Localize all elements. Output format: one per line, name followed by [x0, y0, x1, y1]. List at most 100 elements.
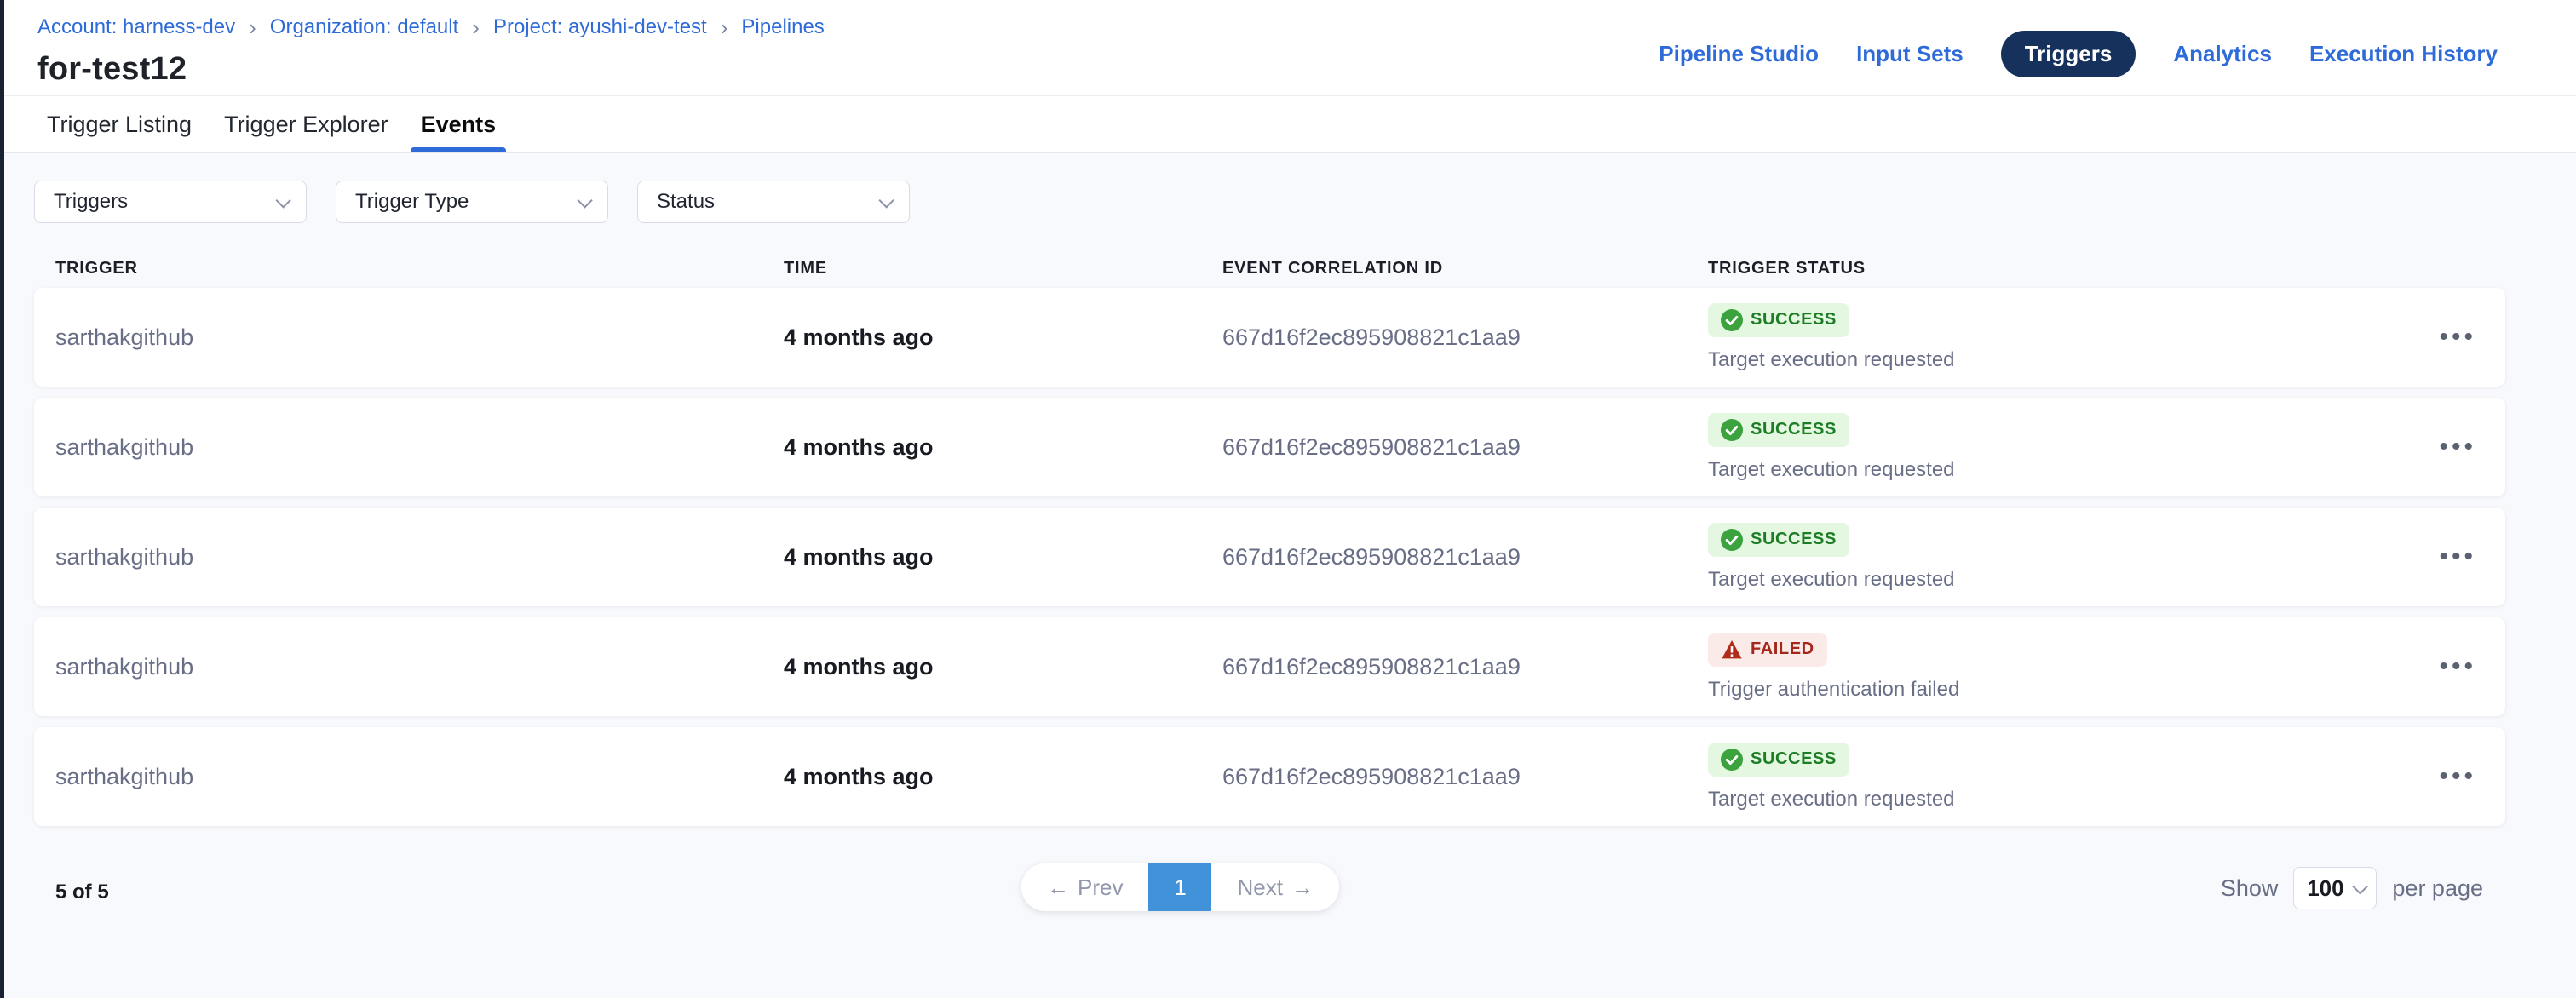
breadcrumb-pipelines-link[interactable]: Pipelines [741, 15, 824, 39]
trigger-status-badge: SUCCESS [1708, 743, 1849, 777]
status-filter-dropdown[interactable]: Status [637, 181, 910, 223]
more-options-icon[interactable]: ••• [2435, 757, 2480, 796]
triggers-filter-label: Triggers [54, 190, 128, 214]
event-table-row: sarthakgithub 4 months ago 667d16f2ec895… [34, 398, 2505, 496]
right-arrow-icon: → [1291, 875, 1314, 901]
show-label: Show [2221, 875, 2279, 902]
breadcrumb-separator-icon: › [249, 16, 256, 38]
trigger-name-cell: sarthakgithub [55, 654, 784, 680]
event-table-row: sarthakgithub 4 months ago 667d16f2ec895… [34, 288, 2505, 387]
check-circle-icon [1721, 309, 1743, 331]
page-header: Account: harness-dev › Organization: def… [0, 0, 2576, 95]
trigger-status-cell: FAILED Trigger authentication failed [1708, 633, 2403, 702]
filter-bar: Triggers Trigger Type Status [34, 181, 2505, 223]
more-options-icon[interactable]: ••• [2435, 647, 2480, 686]
left-arrow-icon: ← [1047, 875, 1069, 901]
table-footer: 5 of 5 ← Prev 1 Next → Show 100 per page [34, 858, 2505, 969]
page-size-select[interactable]: 100 [2293, 867, 2377, 909]
trigger-status-label: SUCCESS [1751, 310, 1837, 330]
breadcrumb-separator-icon: › [721, 16, 728, 38]
more-options-icon[interactable]: ••• [2435, 318, 2480, 357]
trigger-status-label: SUCCESS [1751, 420, 1837, 439]
events-content: Triggers Trigger Type Status Trigger Tim… [34, 181, 2505, 969]
tab-trigger-listing[interactable]: Trigger Listing [37, 96, 202, 152]
collapsed-side-nav[interactable] [0, 0, 4, 998]
breadcrumb-account-link[interactable]: Account: harness-dev [37, 15, 235, 39]
trigger-name-cell: sarthakgithub [55, 764, 784, 790]
chevron-down-icon [275, 192, 290, 208]
nav-analytics[interactable]: Analytics [2173, 41, 2272, 67]
event-correlation-id-cell: 667d16f2ec895908821c1aa9 [1222, 434, 1708, 461]
current-page-button[interactable]: 1 [1148, 863, 1211, 911]
trigger-status-badge: SUCCESS [1708, 413, 1849, 447]
trigger-name-cell: sarthakgithub [55, 324, 784, 351]
chevron-down-icon [2352, 879, 2367, 894]
time-cell: 4 months ago [784, 654, 1222, 680]
event-correlation-id-cell: 667d16f2ec895908821c1aa9 [1222, 764, 1708, 790]
trigger-status-label: SUCCESS [1751, 530, 1837, 549]
trigger-name-cell: sarthakgithub [55, 544, 784, 571]
more-options-icon[interactable]: ••• [2435, 537, 2480, 576]
time-cell: 4 months ago [784, 324, 1222, 351]
check-circle-icon [1721, 748, 1743, 771]
breadcrumb-separator-icon: › [472, 16, 480, 38]
trigger-status-label: SUCCESS [1751, 749, 1837, 769]
event-correlation-id-cell: 667d16f2ec895908821c1aa9 [1222, 324, 1708, 351]
breadcrumb-organization-link[interactable]: Organization: default [270, 15, 458, 39]
trigger-status-cell: SUCCESS Target execution requested [1708, 743, 2403, 812]
trigger-status-cell: SUCCESS Target execution requested [1708, 303, 2403, 372]
trigger-status-detail: Target execution requested [1708, 458, 1955, 482]
result-count: 5 of 5 [55, 880, 109, 904]
column-header-trigger-status: Trigger Status [1708, 259, 2403, 278]
triggers-tab-bar: Trigger Listing Trigger Explorer Events [0, 95, 2576, 153]
event-correlation-id-cell: 667d16f2ec895908821c1aa9 [1222, 654, 1708, 680]
trigger-status-badge: FAILED [1708, 633, 1827, 667]
prev-label: Prev [1078, 875, 1123, 901]
trigger-status-cell: SUCCESS Target execution requested [1708, 523, 2403, 592]
trigger-status-cell: SUCCESS Target execution requested [1708, 413, 2403, 482]
tab-events[interactable]: Events [411, 96, 507, 152]
pagination: ← Prev 1 Next → [1021, 863, 1339, 911]
triggers-filter-dropdown[interactable]: Triggers [34, 181, 307, 223]
page-size-value: 100 [2307, 875, 2343, 902]
trigger-status-detail: Trigger authentication failed [1708, 678, 1959, 702]
next-label: Next [1237, 875, 1282, 901]
column-header-time: Time [784, 259, 1222, 278]
check-circle-icon [1721, 529, 1743, 551]
trigger-type-filter-dropdown[interactable]: Trigger Type [336, 181, 608, 223]
time-cell: 4 months ago [784, 764, 1222, 790]
warning-triangle-icon [1721, 639, 1743, 661]
time-cell: 4 months ago [784, 434, 1222, 461]
trigger-status-badge: SUCCESS [1708, 303, 1849, 337]
events-table-body: sarthakgithub 4 months ago 667d16f2ec895… [34, 288, 2505, 826]
nav-pipeline-studio[interactable]: Pipeline Studio [1659, 41, 1819, 67]
prev-page-button[interactable]: ← Prev [1021, 863, 1148, 911]
trigger-name-cell: sarthakgithub [55, 434, 784, 461]
time-cell: 4 months ago [784, 544, 1222, 571]
chevron-down-icon [878, 192, 894, 208]
trigger-type-filter-label: Trigger Type [355, 190, 469, 214]
breadcrumb-project-link[interactable]: Project: ayushi-dev-test [493, 15, 707, 39]
tab-trigger-explorer[interactable]: Trigger Explorer [214, 96, 399, 152]
nav-input-sets[interactable]: Input Sets [1856, 41, 1964, 67]
trigger-status-label: FAILED [1751, 640, 1814, 659]
chevron-down-icon [577, 192, 592, 208]
event-table-row: sarthakgithub 4 months ago 667d16f2ec895… [34, 617, 2505, 716]
trigger-status-detail: Target execution requested [1708, 568, 1955, 592]
status-filter-label: Status [657, 190, 715, 214]
column-header-trigger: Trigger [55, 259, 784, 278]
nav-execution-history[interactable]: Execution History [2309, 41, 2498, 67]
more-options-icon[interactable]: ••• [2435, 427, 2480, 467]
page-size-group: Show 100 per page [2221, 867, 2483, 909]
event-table-row: sarthakgithub 4 months ago 667d16f2ec895… [34, 508, 2505, 606]
column-header-event-correlation-id: Event Correlation Id [1222, 259, 1708, 278]
next-page-button[interactable]: Next → [1211, 863, 1338, 911]
nav-triggers[interactable]: Triggers [2001, 31, 2136, 77]
table-header-row: Trigger Time Event Correlation Id Trigge… [34, 249, 2505, 288]
trigger-status-detail: Target execution requested [1708, 788, 1955, 812]
check-circle-icon [1721, 419, 1743, 441]
trigger-status-detail: Target execution requested [1708, 348, 1955, 372]
event-correlation-id-cell: 667d16f2ec895908821c1aa9 [1222, 544, 1708, 571]
trigger-status-badge: SUCCESS [1708, 523, 1849, 557]
pipeline-module-nav: Pipeline Studio Input Sets Triggers Anal… [1659, 31, 2498, 77]
